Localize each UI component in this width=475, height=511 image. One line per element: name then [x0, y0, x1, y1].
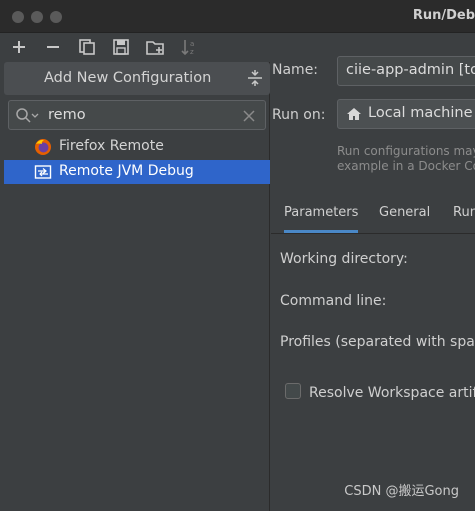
- close-window-button[interactable]: [12, 11, 24, 23]
- search-input[interactable]: remo: [48, 107, 86, 123]
- svg-text:z: z: [190, 48, 194, 56]
- run-on-label: Run on:: [272, 107, 326, 123]
- collapse-all-icon[interactable]: [246, 68, 264, 88]
- firefox-icon: [34, 138, 52, 156]
- parameters-tab-content: Working directory: Command line: Profile…: [271, 235, 475, 511]
- clear-search-icon[interactable]: [242, 108, 256, 122]
- svg-text:a: a: [190, 40, 194, 48]
- search-icon[interactable]: [15, 107, 39, 125]
- title-bar: Run/Deb: [0, 0, 475, 33]
- name-field[interactable]: ciie-app-admin [to: [337, 56, 475, 86]
- tab-run[interactable]: Run: [453, 205, 475, 230]
- resolve-workspace-label: Resolve Workspace artifa: [309, 385, 475, 401]
- config-toolbar: az: [0, 34, 255, 60]
- configuration-list-panel: Add New Configuration remo Firefox Remot…: [0, 62, 270, 511]
- copy-icon[interactable]: [77, 37, 97, 57]
- add-new-configuration-label: Add New Configuration: [44, 70, 212, 86]
- hint-text-line2: example in a Docker Co: [337, 159, 475, 173]
- list-item-label: Firefox Remote: [59, 138, 164, 154]
- tab-general[interactable]: General: [379, 205, 430, 230]
- hint-text-line1: Run configurations may: [337, 144, 475, 158]
- add-icon[interactable]: [9, 37, 29, 57]
- tab-parameters[interactable]: Parameters: [284, 205, 359, 233]
- list-item-remote-jvm-debug[interactable]: Remote JVM Debug: [4, 160, 270, 184]
- add-new-configuration-header[interactable]: Add New Configuration: [4, 62, 270, 95]
- home-icon: [346, 106, 362, 122]
- sort-icon[interactable]: az: [179, 37, 199, 57]
- list-item-firefox-remote[interactable]: Firefox Remote: [4, 135, 270, 159]
- new-folder-icon[interactable]: [145, 37, 165, 57]
- maximize-window-button[interactable]: [50, 11, 62, 23]
- save-icon[interactable]: [111, 37, 131, 57]
- minimize-window-button[interactable]: [31, 11, 43, 23]
- name-value: ciie-app-admin [to: [346, 62, 475, 78]
- watermark: CSDN @搬运Gong: [344, 484, 459, 499]
- window-title: Run/Deb: [412, 8, 475, 23]
- remote-debug-icon: [34, 163, 52, 181]
- command-line-label: Command line:: [280, 293, 387, 309]
- list-item-label: Remote JVM Debug: [59, 163, 194, 179]
- remove-icon[interactable]: [43, 37, 63, 57]
- configuration-details-panel: Name: ciie-app-admin [to Run on: Local m…: [271, 34, 475, 511]
- tab-bar: Parameters General Run: [271, 200, 475, 234]
- resolve-workspace-checkbox[interactable]: [285, 383, 301, 399]
- search-field[interactable]: remo: [8, 100, 266, 130]
- run-on-dropdown[interactable]: Local machine: [337, 99, 475, 129]
- profiles-label: Profiles (separated with spac: [280, 334, 475, 350]
- name-label: Name:: [272, 62, 319, 78]
- run-on-value: Local machine: [368, 105, 473, 121]
- working-directory-label: Working directory:: [280, 251, 408, 267]
